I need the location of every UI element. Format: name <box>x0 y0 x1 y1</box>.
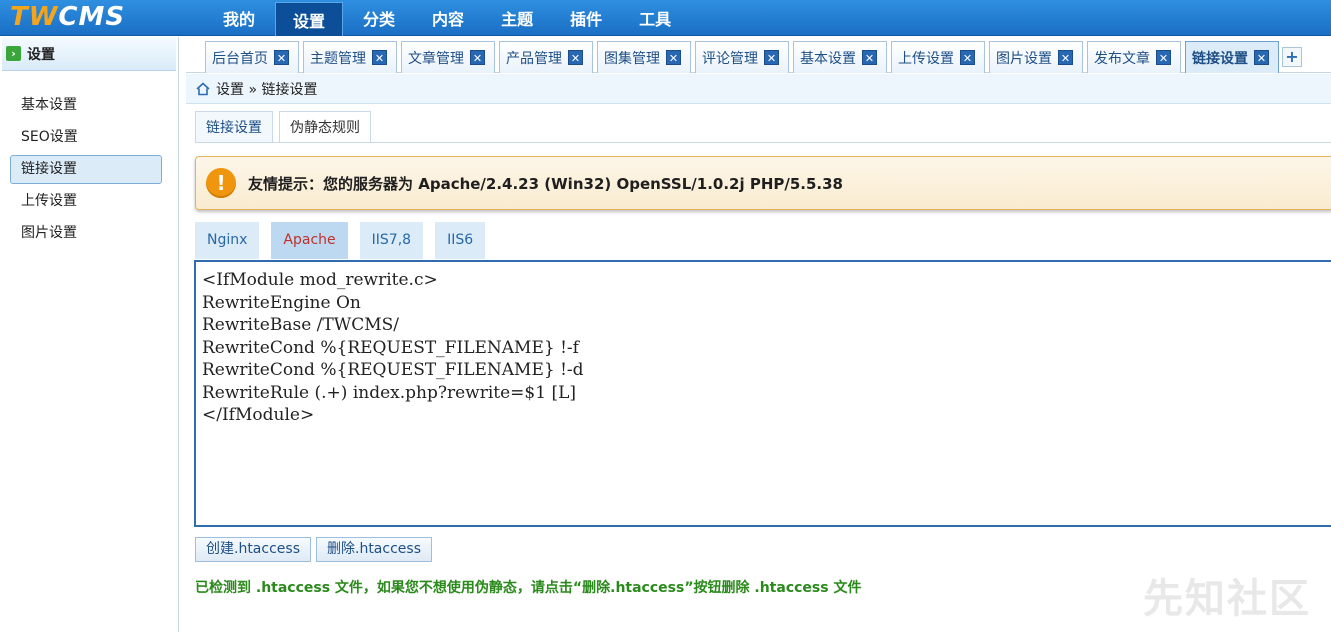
tab-gallery-management[interactable]: 图集管理 ✕ <box>597 41 691 73</box>
sidebar-item-upload-settings[interactable]: 上传设置 <box>10 187 162 216</box>
close-icon[interactable]: ✕ <box>764 50 779 65</box>
close-icon[interactable]: ✕ <box>1156 50 1171 65</box>
tab-basic-settings[interactable]: 基本设置 ✕ <box>793 41 887 73</box>
breadcrumb: 设置 » 链接设置 <box>186 74 1331 104</box>
tab-theme-management[interactable]: 主题管理 ✕ <box>303 41 397 73</box>
close-icon[interactable]: ✕ <box>372 50 387 65</box>
twcms-logo[interactable]: TW CMS <box>10 2 125 32</box>
page-tab-bar: 后台首页 ✕ 主题管理 ✕ 文章管理 ✕ 产品管理 ✕ 图集管理 ✕ 评论管理 ✕ 基本设置… <box>186 37 1331 73</box>
tab-iis78[interactable]: IIS7,8 <box>359 222 424 259</box>
tab-link-settings[interactable]: 链接设置 ✕ <box>1185 41 1279 73</box>
home-icon[interactable] <box>196 81 210 96</box>
sidebar-item-seo-settings[interactable]: SEO设置 <box>10 123 162 152</box>
top-menu-theme[interactable]: 主题 <box>484 0 550 36</box>
close-icon[interactable]: ✕ <box>274 50 289 65</box>
top-menu-content[interactable]: 内容 <box>415 0 481 36</box>
main-content: 链接设置 伪静态规则 ! 友情提示：您的服务器为 Apache/2.4.23 (… <box>186 105 1331 632</box>
sidebar-menu: 基本设置 SEO设置 链接设置 上传设置 图片设置 <box>0 91 178 248</box>
tab-apache[interactable]: Apache <box>271 222 348 259</box>
top-menu-category[interactable]: 分类 <box>346 0 412 36</box>
sidebar-item-link-settings[interactable]: 链接设置 <box>10 155 162 184</box>
top-navigation-bar: TW CMS 我的 设置 分类 内容 主题 插件 工具 <box>0 0 1331 36</box>
top-menu-plugins[interactable]: 插件 <box>553 0 619 36</box>
expand-arrow-icon: › <box>6 46 21 61</box>
close-icon[interactable]: ✕ <box>666 50 681 65</box>
sidebar-header: › 设置 <box>2 37 176 71</box>
server-type-tabs: Nginx Apache IIS7,8 IIS6 <box>195 222 497 259</box>
subtab-link-settings[interactable]: 链接设置 <box>195 111 273 143</box>
alert-message: 友情提示：您的服务器为 Apache/2.4.23 (Win32) OpenSS… <box>248 174 843 193</box>
divider <box>195 142 1331 143</box>
server-info-alert: ! 友情提示：您的服务器为 Apache/2.4.23 (Win32) Open… <box>195 156 1331 210</box>
top-menu: 我的 设置 分类 内容 主题 插件 工具 <box>206 0 691 36</box>
htaccess-actions: 创建.htaccess 删除.htaccess <box>195 537 437 562</box>
close-icon[interactable]: ✕ <box>862 50 877 65</box>
sidebar-title: 设置 <box>27 46 55 63</box>
tab-comment-management[interactable]: 评论管理 ✕ <box>695 41 789 73</box>
left-sidebar: › 设置 基本设置 SEO设置 链接设置 上传设置 图片设置 <box>0 37 179 632</box>
close-icon[interactable]: ✕ <box>470 50 485 65</box>
add-tab-button[interactable]: + <box>1282 47 1302 67</box>
tab-publish-article[interactable]: 发布文章 ✕ <box>1087 41 1181 73</box>
tab-image-settings[interactable]: 图片设置 ✕ <box>989 41 1083 73</box>
sub-tabs: 链接设置 伪静态规则 <box>195 111 377 143</box>
tab-iis6[interactable]: IIS6 <box>435 222 486 259</box>
top-menu-settings[interactable]: 设置 <box>275 2 344 36</box>
sidebar-item-basic-settings[interactable]: 基本设置 <box>10 91 162 120</box>
create-htaccess-button[interactable]: 创建.htaccess <box>195 537 311 562</box>
tab-nginx[interactable]: Nginx <box>195 222 260 259</box>
rewrite-rules-textarea[interactable]: <IfModule mod_rewrite.c> RewriteEngine O… <box>194 260 1331 527</box>
tab-product-management[interactable]: 产品管理 ✕ <box>499 41 593 73</box>
tab-dashboard[interactable]: 后台首页 ✕ <box>205 41 299 73</box>
close-icon[interactable]: ✕ <box>1254 50 1269 65</box>
watermark: 先知社区 <box>1143 576 1311 622</box>
close-icon[interactable]: ✕ <box>568 50 583 65</box>
close-icon[interactable]: ✕ <box>960 50 975 65</box>
delete-htaccess-button[interactable]: 删除.htaccess <box>316 537 432 562</box>
tab-article-management[interactable]: 文章管理 ✕ <box>401 41 495 73</box>
warning-icon: ! <box>206 168 236 198</box>
tab-upload-settings[interactable]: 上传设置 ✕ <box>891 41 985 73</box>
top-menu-mine[interactable]: 我的 <box>206 0 272 36</box>
htaccess-detected-notice: 已检测到 .htaccess 文件，如果您不想使用伪静态，请点击“删除.htac… <box>195 580 862 596</box>
sidebar-item-image-settings[interactable]: 图片设置 <box>10 219 162 248</box>
close-icon[interactable]: ✕ <box>1058 50 1073 65</box>
top-menu-tools[interactable]: 工具 <box>622 0 688 36</box>
subtab-rewrite-rules[interactable]: 伪静态规则 <box>279 111 371 143</box>
breadcrumb-text: 设置 » 链接设置 <box>216 81 318 98</box>
